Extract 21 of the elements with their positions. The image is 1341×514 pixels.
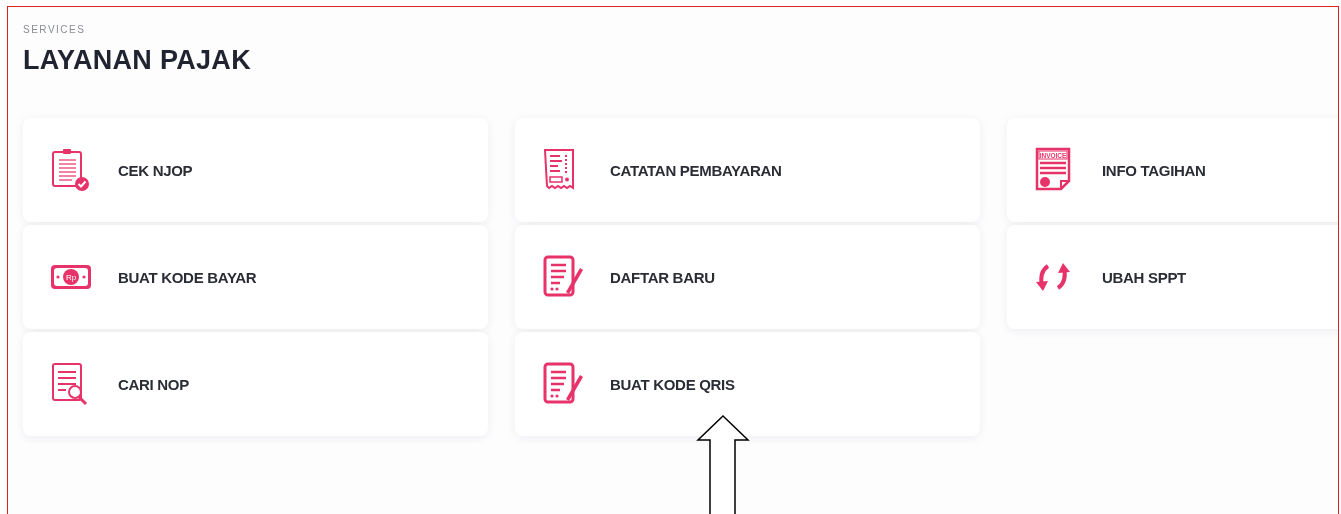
section-eyebrow: SERVICES	[23, 24, 87, 35]
service-label: BUAT KODE BAYAR	[118, 268, 257, 286]
service-card[interactable]: CATATAN PEMBAYARAN	[515, 118, 980, 222]
service-label: CATATAN PEMBAYARAN	[610, 161, 782, 179]
service-label: DAFTAR BARU	[610, 268, 715, 286]
service-card[interactable]: DAFTAR BARU	[515, 225, 980, 329]
service-label: INFO TAGIHAN	[1102, 161, 1206, 179]
service-card[interactable]: Rp BUAT KODE BAYAR	[23, 225, 488, 329]
section-title: LAYANAN PAJAK	[23, 45, 252, 76]
service-label: BUAT KODE QRIS	[610, 375, 735, 393]
document-edit-icon	[542, 361, 586, 407]
service-card[interactable]: CEK NJOP	[23, 118, 488, 222]
service-label: CEK NJOP	[118, 161, 193, 179]
service-card[interactable]: BUAT KODE QRIS	[515, 332, 980, 436]
service-label: CARI NOP	[118, 375, 189, 393]
service-card[interactable]: UBAH SPPT	[1007, 225, 1338, 329]
clipboard-check-icon	[50, 147, 92, 193]
document-edit-icon	[542, 254, 586, 300]
service-card[interactable]: CARI NOP	[23, 332, 488, 436]
service-label: UBAH SPPT	[1102, 268, 1186, 286]
money-icon: Rp	[50, 262, 92, 292]
